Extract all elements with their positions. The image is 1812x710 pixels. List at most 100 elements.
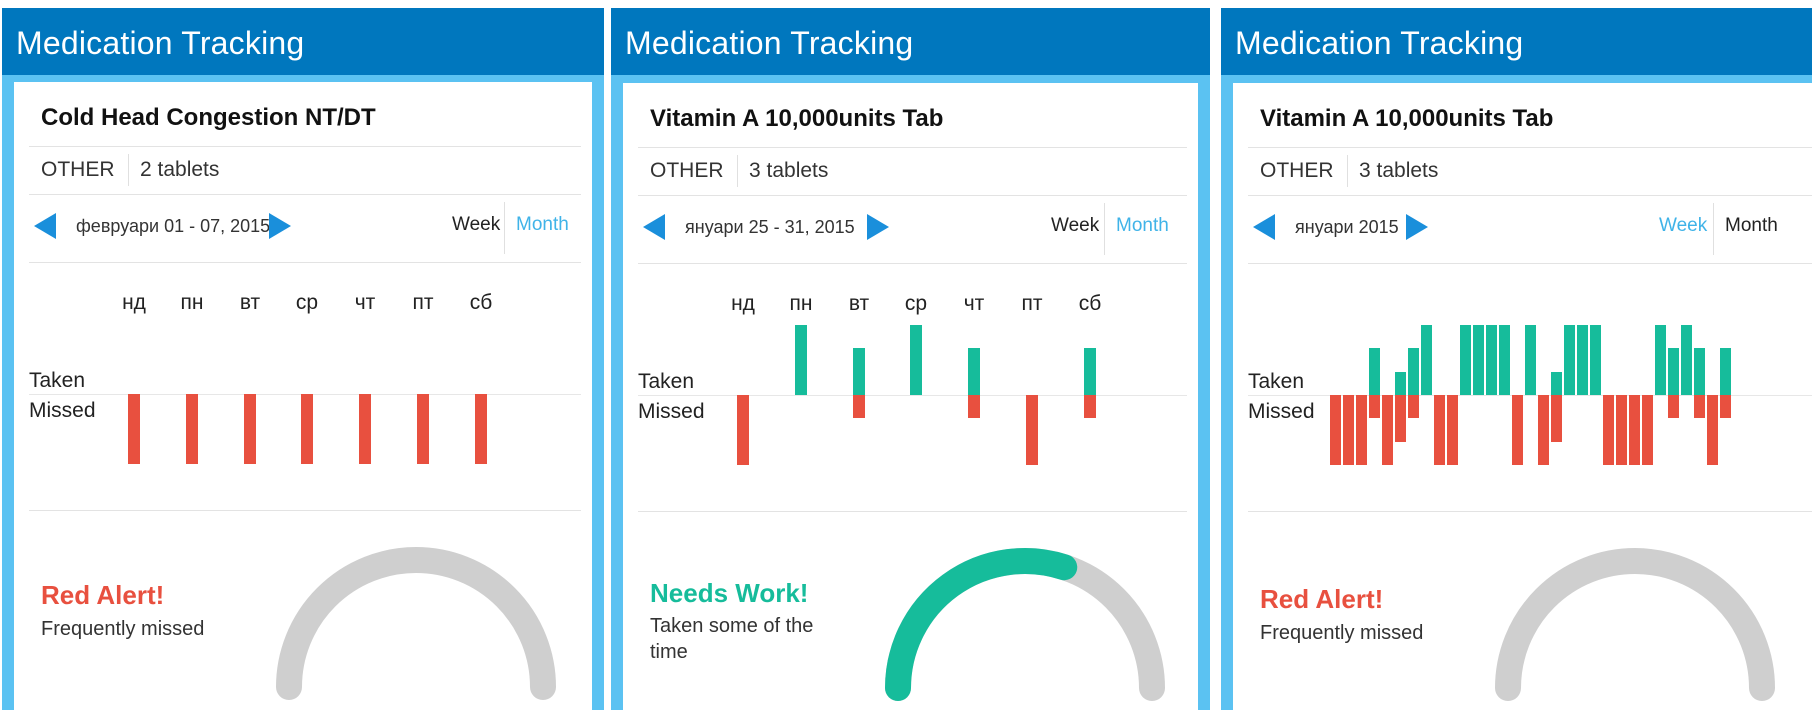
day-label: вт <box>239 291 261 314</box>
prev-arrow-icon[interactable] <box>643 214 665 240</box>
missed-bar <box>1342 395 1354 465</box>
day-label: нд <box>122 291 146 314</box>
medication-card: Cold Head Congestion NT/DT OTHER 2 table… <box>14 82 592 710</box>
missed-bar <box>186 394 198 464</box>
day-label: пт <box>412 291 434 314</box>
date-range: януари 25 - 31, 2015 <box>685 217 855 237</box>
month-toggle[interactable]: Month <box>1725 215 1778 237</box>
taken-bar <box>1524 325 1536 395</box>
taken-bar <box>1576 325 1588 395</box>
missed-bar <box>1394 395 1406 442</box>
divider <box>1248 263 1812 264</box>
prev-arrow-icon[interactable] <box>1253 214 1275 240</box>
divider <box>1104 203 1105 255</box>
day-label: сб <box>1078 292 1102 315</box>
taken-bar <box>968 348 980 395</box>
adherence-gauge <box>1495 548 1775 701</box>
week-toggle[interactable]: Week <box>1659 215 1707 237</box>
taken-bar <box>795 325 807 395</box>
prev-arrow-icon[interactable] <box>34 213 56 239</box>
date-range: януари 2015 <box>1295 217 1399 237</box>
taken-label: Taken <box>29 369 86 392</box>
missed-bar <box>1355 395 1367 465</box>
missed-bar <box>1446 395 1458 465</box>
dose-amount: 3 tablets <box>1359 159 1439 182</box>
divider <box>1248 511 1812 512</box>
month-toggle[interactable]: Month <box>1116 215 1169 237</box>
taken-bar <box>1407 348 1419 395</box>
missed-bar <box>1026 395 1038 465</box>
divider <box>29 194 581 195</box>
missed-bar <box>853 395 865 419</box>
missed-bar <box>1550 395 1562 442</box>
missed-bar <box>1641 395 1653 465</box>
missed-bar <box>1667 395 1679 419</box>
medication-name: Cold Head Congestion NT/DT <box>41 104 376 131</box>
chart-baseline <box>1248 395 1812 396</box>
divider <box>1248 195 1812 196</box>
taken-bar <box>1719 348 1731 395</box>
medication-card: Vitamin A 10,000units Tab OTHER 3 tablet… <box>1233 83 1812 710</box>
missed-label: Missed <box>638 400 705 423</box>
next-arrow-icon[interactable] <box>1406 214 1428 240</box>
taken-label: Taken <box>638 370 695 393</box>
divider <box>638 511 1187 512</box>
missed-bar <box>1706 395 1718 465</box>
dose-amount: 2 tablets <box>140 158 220 181</box>
taken-bar <box>1394 371 1406 395</box>
medication-card: Vitamin A 10,000units Tab OTHER 3 tablet… <box>623 83 1198 710</box>
dose-type: OTHER <box>1260 159 1334 182</box>
divider <box>504 202 505 254</box>
divider <box>29 146 581 147</box>
gauge-fill <box>885 548 1078 701</box>
gauge-track <box>1495 548 1775 701</box>
taken-bar <box>1667 348 1679 395</box>
divider <box>1713 203 1714 255</box>
missed-bar <box>1693 395 1705 419</box>
status-title: Needs Work! <box>650 578 809 608</box>
missed-bar <box>1407 395 1419 419</box>
missed-bar <box>1381 395 1393 465</box>
missed-bar <box>359 394 371 464</box>
date-range: февруари 01 - 07, 2015 <box>76 216 271 236</box>
status-description: Taken some of the time <box>650 615 814 663</box>
app-title: Medication Tracking <box>16 25 305 61</box>
dose-type: OTHER <box>650 159 724 182</box>
status-description: Frequently missed <box>1260 622 1424 644</box>
day-label: пт <box>1021 292 1043 315</box>
week-toggle[interactable]: Week <box>452 214 500 236</box>
day-label: ср <box>295 291 319 314</box>
taken-bar <box>1589 325 1601 395</box>
day-label: сб <box>469 291 493 314</box>
taken-bar <box>1498 325 1510 395</box>
status-title: Red Alert! <box>1260 584 1384 614</box>
divider <box>638 195 1187 196</box>
medication-panel-3: Medication Tracking Vitamin A 10,000unit… <box>1221 8 1812 710</box>
missed-bar <box>1433 395 1445 465</box>
taken-label: Taken <box>1248 370 1305 393</box>
adherence-gauge <box>276 547 556 700</box>
missed-label: Missed <box>1248 400 1315 423</box>
day-label: пн <box>180 291 204 314</box>
app-header: Medication Tracking <box>1221 8 1812 75</box>
missed-bar <box>1084 395 1096 419</box>
next-arrow-icon[interactable] <box>269 213 291 239</box>
gauge-track <box>276 547 556 700</box>
missed-bar <box>301 394 313 464</box>
month-toggle[interactable]: Month <box>516 214 569 236</box>
missed-bar <box>1537 395 1549 465</box>
taken-bar <box>1459 325 1471 395</box>
app-header: Medication Tracking <box>611 8 1210 75</box>
week-toggle[interactable]: Week <box>1051 215 1099 237</box>
day-label: чт <box>963 292 985 315</box>
chart-baseline <box>29 394 581 395</box>
taken-bar <box>1693 348 1705 395</box>
dose-amount: 3 tablets <box>749 159 829 182</box>
divider <box>1248 147 1812 148</box>
missed-bar <box>737 395 749 465</box>
next-arrow-icon[interactable] <box>867 214 889 240</box>
app-title: Medication Tracking <box>625 25 914 61</box>
missed-bar <box>417 394 429 464</box>
divider <box>29 262 581 263</box>
medication-name: Vitamin A 10,000units Tab <box>650 105 944 132</box>
